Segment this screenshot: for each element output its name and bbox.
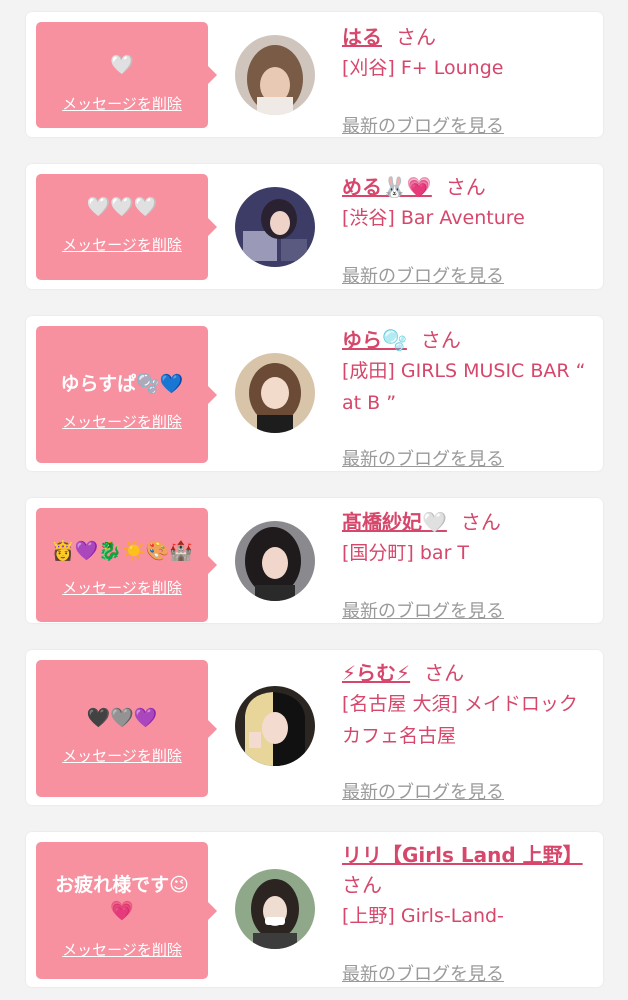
delete-message-link[interactable]: メッセージを削除 xyxy=(36,235,208,255)
delete-message-link[interactable]: メッセージを削除 xyxy=(36,578,208,598)
avatar[interactable] xyxy=(235,869,315,949)
honorific: さん xyxy=(445,175,486,199)
cast-name-link[interactable]: める🐰💗 xyxy=(342,175,432,199)
profile-info: リリ【Girls Land 上野】 さん [上野] Girls-Land- 最新の… xyxy=(342,840,594,985)
message-card: 🤍 メッセージを削除 はる さん [刈谷] F+ Lounge 最新のブログを見る xyxy=(26,12,603,137)
delete-message-link[interactable]: メッセージを削除 xyxy=(36,746,208,766)
message-card: 🖤🩶💜 メッセージを削除 ⚡らむ⚡ さん [名古屋 大須] メイドロックカフェ名古… xyxy=(26,650,603,805)
message-card: 👸💜🐉☀️🎨🏰 メッセージを削除 髙橋紗妃🤍 さん [国分町] bar T 最新の… xyxy=(26,498,603,623)
cast-name-link[interactable]: ⚡らむ⚡ xyxy=(342,661,410,685)
bubble-message-text: 🤍 xyxy=(110,54,134,76)
honorific: さん xyxy=(460,510,501,534)
photo-avatar-icon xyxy=(235,686,315,766)
bubble-message-text: ゆらすぱ🫧💙 xyxy=(60,373,184,395)
honorific: さん xyxy=(424,661,465,685)
shop-name: [名古屋 大須] メイドロックカフェ名古屋 xyxy=(342,693,578,747)
message-card: お疲れ様です😉 💗 メッセージを削除 リリ【Girls Land 上野】 さん [… xyxy=(26,832,603,987)
honorific: さん xyxy=(396,25,436,49)
profile-info: はる さん [刈谷] F+ Lounge 最新のブログを見る xyxy=(342,22,594,137)
cast-name-link[interactable]: リリ【Girls Land 上野】 xyxy=(342,843,583,867)
message-bubble: お疲れ様です😉 💗 メッセージを削除 xyxy=(36,842,217,979)
avatar[interactable] xyxy=(235,521,315,601)
profile-info: ゆら🫧 さん [成田] GIRLS MUSIC BAR “ at B ” 最新のブ… xyxy=(342,325,594,470)
bubble-message-text: 👸💜🐉☀️🎨🏰 xyxy=(51,540,193,562)
photo-avatar-icon xyxy=(235,187,315,267)
latest-blog-link[interactable]: 最新のブログを見る xyxy=(342,960,504,986)
shop-name: [刈谷] F+ Lounge xyxy=(342,57,504,79)
photo-avatar-icon xyxy=(235,521,315,601)
bubble-message-text: 🖤🩶💜 xyxy=(86,707,158,729)
latest-blog-link[interactable]: 最新のブログを見る xyxy=(342,778,504,804)
bubble-message-text: 🤍🤍🤍 xyxy=(86,196,158,218)
delete-message-link[interactable]: メッセージを削除 xyxy=(36,94,208,114)
latest-blog-link[interactable]: 最新のブログを見る xyxy=(342,445,504,471)
message-bubble: 🤍🤍🤍 メッセージを削除 xyxy=(36,174,217,280)
message-bubble: 🤍 メッセージを削除 xyxy=(36,22,217,128)
profile-info: ⚡らむ⚡ さん [名古屋 大須] メイドロックカフェ名古屋 最新のブログを見る xyxy=(342,658,594,803)
shop-name: [上野] Girls-Land- xyxy=(342,905,504,927)
message-list: 🤍 メッセージを削除 はる さん [刈谷] F+ Lounge 最新のブログを見る… xyxy=(0,0,628,1000)
photo-avatar-icon xyxy=(235,353,315,433)
message-bubble: ゆらすぱ🫧💙 メッセージを削除 xyxy=(36,326,217,463)
message-bubble: 🖤🩶💜 メッセージを削除 xyxy=(36,660,217,797)
honorific: さん xyxy=(342,873,382,897)
message-card: ゆらすぱ🫧💙 メッセージを削除 ゆら🫧 さん [成田] GIRLS MUSIC B… xyxy=(26,316,603,471)
cast-name-link[interactable]: はる xyxy=(342,25,382,49)
shop-name: [成田] GIRLS MUSIC BAR “ at B ” xyxy=(342,360,586,414)
latest-blog-link[interactable]: 最新のブログを見る xyxy=(342,597,504,623)
profile-info: 髙橋紗妃🤍 さん [国分町] bar T 最新のブログを見る xyxy=(342,507,594,622)
profile-info: める🐰💗 さん [渋谷] Bar Aventure 最新のブログを見る xyxy=(342,172,594,287)
honorific: さん xyxy=(420,328,461,352)
message-bubble: 👸💜🐉☀️🎨🏰 メッセージを削除 xyxy=(36,508,217,622)
avatar[interactable] xyxy=(235,35,315,115)
cast-name-link[interactable]: 髙橋紗妃🤍 xyxy=(342,510,447,534)
message-card: 🤍🤍🤍 メッセージを削除 める🐰💗 さん [渋谷] Bar Aventure 最新… xyxy=(26,164,603,289)
delete-message-link[interactable]: メッセージを削除 xyxy=(36,940,208,960)
shop-name: [国分町] bar T xyxy=(342,542,470,564)
bubble-message-text: お疲れ様です😉 💗 xyxy=(55,874,189,922)
photo-avatar-icon xyxy=(235,869,315,949)
photo-avatar-icon xyxy=(235,35,315,115)
latest-blog-link[interactable]: 最新のブログを見る xyxy=(342,262,504,288)
avatar[interactable] xyxy=(235,187,315,267)
delete-message-link[interactable]: メッセージを削除 xyxy=(36,412,208,432)
latest-blog-link[interactable]: 最新のブログを見る xyxy=(342,112,504,138)
shop-name: [渋谷] Bar Aventure xyxy=(342,207,525,229)
avatar[interactable] xyxy=(235,686,315,766)
cast-name-link[interactable]: ゆら🫧 xyxy=(342,328,407,352)
avatar[interactable] xyxy=(235,353,315,433)
